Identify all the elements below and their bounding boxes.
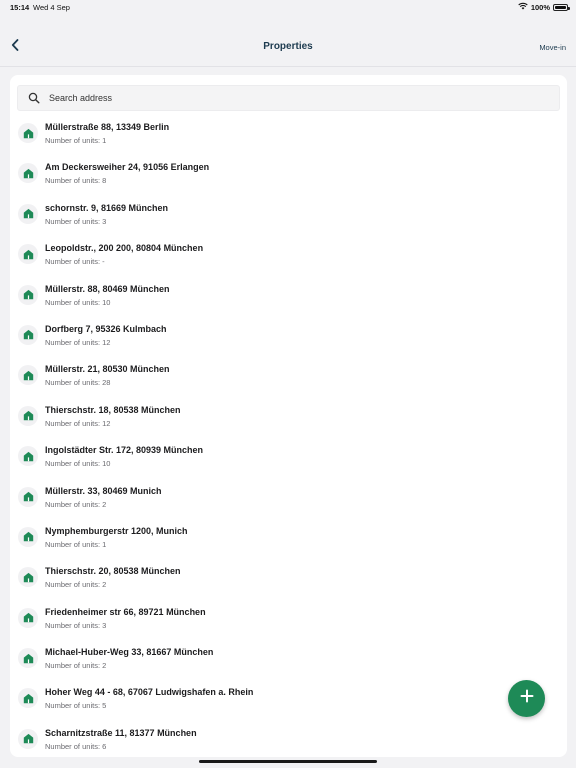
property-units: Number of units: 10 bbox=[45, 297, 111, 307]
house-icon bbox=[18, 648, 38, 669]
property-units: Number of units: 12 bbox=[45, 418, 111, 428]
property-list-item[interactable]: Ingolstädter Str. 172, 80939 München Numb… bbox=[10, 438, 567, 478]
home-indicator bbox=[199, 760, 377, 763]
properties-list: Müllerstraße 88, 13349 Berlin Number of u… bbox=[10, 115, 567, 757]
property-units: Number of units: 1 bbox=[45, 539, 107, 549]
property-units: Number of units: 2 bbox=[45, 661, 107, 671]
property-address: schornstr. 9, 81669 München bbox=[45, 202, 169, 213]
status-bar: 15:14 Wed 4 Sep 100% bbox=[0, 0, 576, 16]
property-units: Number of units: 2 bbox=[45, 580, 107, 590]
property-address: Am Deckersweiher 24, 91056 Erlangen bbox=[45, 162, 210, 173]
property-list-item[interactable]: Müllerstraße 88, 13349 Berlin Number of u… bbox=[10, 115, 567, 155]
search-bar[interactable] bbox=[17, 85, 560, 111]
property-list-item[interactable]: Müllerstr. 88, 80469 München Number of un… bbox=[10, 277, 567, 317]
property-list-item[interactable]: Scharnitzstraße 11, 81377 München Number … bbox=[10, 721, 567, 757]
property-list-item[interactable]: Thierschstr. 20, 80538 München Number of … bbox=[10, 559, 567, 599]
add-property-button[interactable] bbox=[508, 680, 545, 717]
property-units: Number of units: 12 bbox=[45, 337, 111, 347]
property-list-item[interactable]: Nymphemburgerstr 1200, Munich Number of u… bbox=[10, 519, 567, 559]
status-indicators: 100% bbox=[518, 2, 570, 12]
property-units: Number of units: 1 bbox=[45, 136, 107, 145]
property-address: Müllerstr. 21, 80530 München bbox=[45, 364, 170, 375]
property-units: Number of units: 6 bbox=[45, 741, 107, 751]
property-address: Dorfberg 7, 95326 Kulmbach bbox=[45, 323, 167, 334]
house-icon bbox=[18, 123, 38, 143]
property-list-item[interactable]: Leopoldstr., 200 200, 80804 München Numbe… bbox=[10, 236, 567, 276]
property-units: Number of units: - bbox=[45, 257, 105, 267]
properties-card: Müllerstraße 88, 13349 Berlin Number of u… bbox=[10, 75, 567, 757]
house-icon bbox=[18, 244, 38, 265]
house-icon bbox=[18, 607, 38, 628]
page-title: Properties bbox=[263, 41, 313, 52]
property-address: Michael-Huber-Weg 33, 81667 München bbox=[45, 647, 214, 658]
property-address: Scharnitzstraße 11, 81377 München bbox=[45, 727, 197, 738]
property-list-item[interactable]: Müllerstr. 21, 80530 München Number of un… bbox=[10, 357, 567, 397]
property-address: Thierschstr. 18, 80538 München bbox=[45, 404, 181, 415]
status-time: 15:14 bbox=[10, 3, 30, 12]
status-date: Wed 4 Sep bbox=[33, 3, 70, 12]
property-list-item[interactable]: Dorfberg 7, 95326 Kulmbach Number of unit… bbox=[10, 317, 567, 357]
property-list-item[interactable]: Thierschstr. 18, 80538 München Number of … bbox=[10, 398, 567, 438]
wifi-icon bbox=[518, 2, 528, 12]
plus-icon bbox=[520, 689, 534, 708]
house-icon bbox=[18, 486, 38, 507]
house-icon bbox=[18, 324, 38, 345]
move-in-button[interactable]: Move-in bbox=[539, 43, 566, 52]
house-icon bbox=[18, 405, 38, 426]
house-icon bbox=[18, 284, 38, 305]
property-list-item[interactable]: Friedenheimer str 66, 89721 München Numbe… bbox=[10, 600, 567, 640]
house-icon bbox=[18, 365, 38, 386]
navigation-bar: Properties Move-in bbox=[0, 27, 576, 67]
property-units: Number of units: 3 bbox=[45, 620, 107, 630]
house-icon bbox=[18, 446, 38, 467]
property-units: Number of units: 10 bbox=[45, 459, 111, 469]
property-units: Number of units: 8 bbox=[45, 176, 107, 186]
property-units: Number of units: 3 bbox=[45, 216, 107, 226]
property-address: Leopoldstr., 200 200, 80804 München bbox=[45, 243, 204, 254]
property-address: Friedenheimer str 66, 89721 München bbox=[45, 606, 206, 617]
house-icon bbox=[18, 163, 38, 184]
property-address: Müllerstr. 33, 80469 Munich bbox=[45, 485, 162, 496]
house-icon bbox=[18, 203, 38, 224]
property-list-item[interactable]: Am Deckersweiher 24, 91056 Erlangen Numbe… bbox=[10, 155, 567, 195]
search-input[interactable] bbox=[49, 93, 559, 103]
property-list-item[interactable]: Müllerstr. 33, 80469 Munich Number of uni… bbox=[10, 479, 567, 519]
property-list-item[interactable]: Hoher Weg 44 - 68, 67067 Ludwigshafen a.… bbox=[10, 680, 567, 720]
battery-icon bbox=[553, 3, 570, 11]
battery-percent: 100% bbox=[530, 2, 550, 12]
house-icon bbox=[18, 688, 38, 709]
property-address: Ingolstädter Str. 172, 80939 München bbox=[45, 445, 204, 456]
property-address: Müllerstraße 88, 13349 Berlin bbox=[45, 122, 170, 132]
property-list-item[interactable]: Michael-Huber-Weg 33, 81667 München Numbe… bbox=[10, 640, 567, 680]
house-icon bbox=[18, 728, 38, 749]
house-icon bbox=[18, 526, 38, 547]
property-address: Hoher Weg 44 - 68, 67067 Ludwigshafen a.… bbox=[45, 687, 254, 698]
property-units: Number of units: 28 bbox=[45, 378, 111, 388]
house-icon bbox=[18, 567, 38, 588]
property-address: Thierschstr. 20, 80538 München bbox=[45, 566, 181, 577]
property-list-item[interactable]: schornstr. 9, 81669 München Number of uni… bbox=[10, 196, 567, 236]
property-units: Number of units: 5 bbox=[45, 701, 107, 711]
property-address: Müllerstr. 88, 80469 München bbox=[45, 283, 170, 294]
property-units: Number of units: 2 bbox=[45, 499, 107, 509]
property-address: Nymphemburgerstr 1200, Munich bbox=[45, 525, 188, 536]
search-icon bbox=[28, 92, 40, 104]
